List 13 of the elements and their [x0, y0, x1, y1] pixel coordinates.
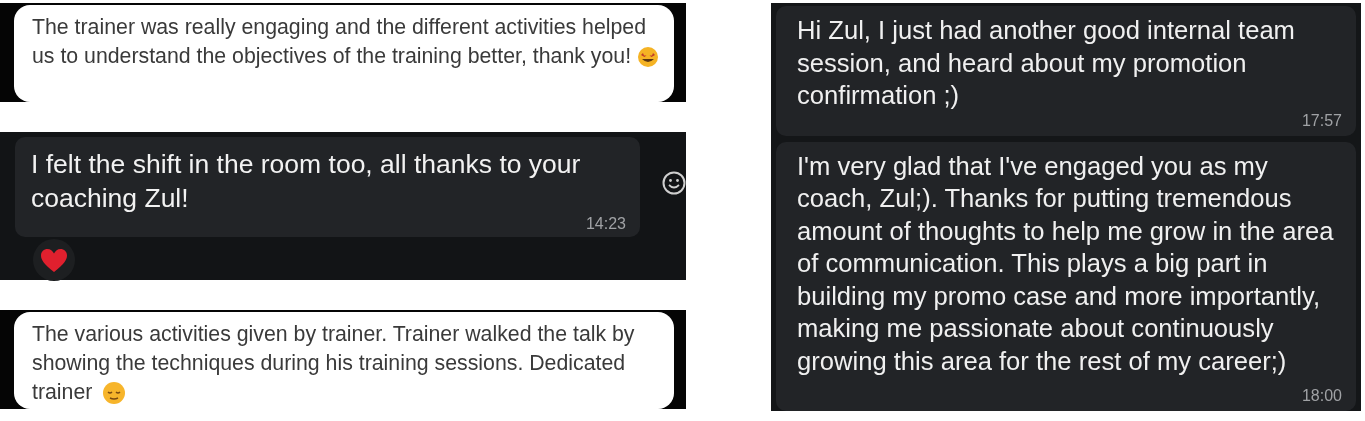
heart-icon: [40, 247, 68, 273]
message-text: Hi Zul, I just had another good internal team session, and heard about my promotion confirmation ;): [797, 15, 1296, 111]
reaction-badge[interactable]: [33, 239, 75, 281]
message-text: I felt the shift in the room too, all thanks to your coaching Zul!: [31, 148, 582, 215]
message-text: The trainer was really engaging and the different activities helped us to understand the objectives of the training better, thank you!: [32, 13, 660, 71]
emoji-icon[interactable]: [662, 170, 686, 196]
relieved-face-emoji-icon: [102, 381, 127, 406]
message-text: I'm very glad that I've engaged you as my coach, Zul;). Thanks for putting tremendous amount of thoughts to help me grow in the area of communication. This plays a big part in building my promo case and more importantly, making me passionate about continuously growing this area for the rest of my career;): [797, 150, 1335, 377]
message-time: 14:23: [584, 215, 626, 233]
message-time: 17:57: [1300, 111, 1342, 130]
star-struck-emoji-icon: [637, 46, 659, 69]
message-text: The various activities given by trainer. Trainer walked the talk by showing the techniques during his training sessions. Dedicated trainer: [32, 321, 636, 407]
message-time: 18:00: [1300, 387, 1342, 405]
